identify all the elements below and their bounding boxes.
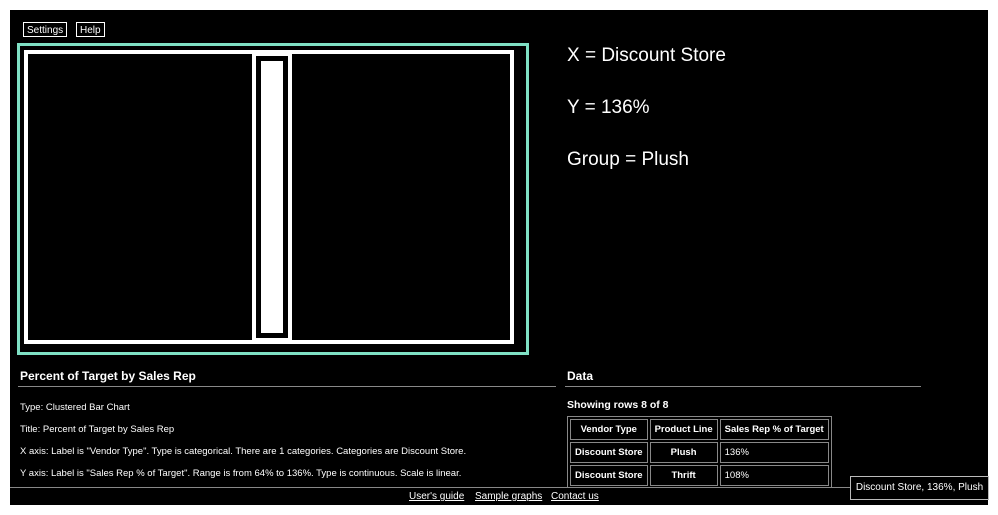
description-title: Percent of Target by Sales Rep	[20, 369, 196, 383]
app-window: Settings Help X = Discount Store Y = 136…	[10, 10, 988, 505]
table-cell: Thrift	[649, 465, 718, 486]
tooltip: Discount Store, 136%, Plush	[850, 476, 989, 500]
contact-us-link[interactable]: Contact us	[551, 491, 599, 502]
data-divider	[565, 386, 921, 387]
description-type: Type: Clustered Bar Chart	[20, 402, 130, 413]
bar-plush[interactable]	[261, 61, 283, 333]
table-row[interactable]: Discount Store Thrift 108%	[570, 465, 829, 486]
settings-button[interactable]: Settings	[23, 22, 68, 37]
column-header[interactable]: Vendor Type	[570, 419, 648, 440]
table-header-row: Vendor Type Product Line Sales Rep % of …	[570, 419, 829, 440]
column-header[interactable]: Sales Rep % of Target	[719, 419, 829, 440]
rows-count: Showing rows 8 of 8	[567, 399, 669, 411]
table-cell: Discount Store	[570, 442, 648, 463]
description-divider	[18, 386, 556, 387]
bar-chart	[252, 52, 292, 342]
column-header[interactable]: Product Line	[649, 419, 718, 440]
footer-bar: User's guide Sample graphs Contact us	[10, 487, 988, 505]
table-cell: 136%	[719, 442, 829, 463]
x-readout: X = Discount Store	[567, 45, 726, 66]
table-cell: Plush	[649, 442, 718, 463]
chart-plot-area[interactable]	[24, 50, 514, 344]
table-row[interactable]: Discount Store Plush 136%	[570, 442, 829, 463]
table-cell: Discount Store	[570, 465, 648, 486]
table-cell: 108%	[719, 465, 829, 486]
help-button[interactable]: Help	[76, 22, 105, 37]
data-title: Data	[567, 369, 594, 383]
group-readout: Group = Plush	[567, 149, 689, 170]
description-title-line: Title: Percent of Target by Sales Rep	[20, 424, 175, 435]
chart-focus-frame	[17, 43, 529, 355]
description-y-axis: Y axis: Label is "Sales Rep % of Target"…	[20, 468, 462, 479]
y-readout: Y = 136%	[567, 97, 650, 118]
users-guide-link[interactable]: User's guide	[409, 491, 464, 502]
sample-graphs-link[interactable]: Sample graphs	[475, 491, 542, 502]
description-x-axis: X axis: Label is "Vendor Type". Type is …	[20, 446, 467, 457]
